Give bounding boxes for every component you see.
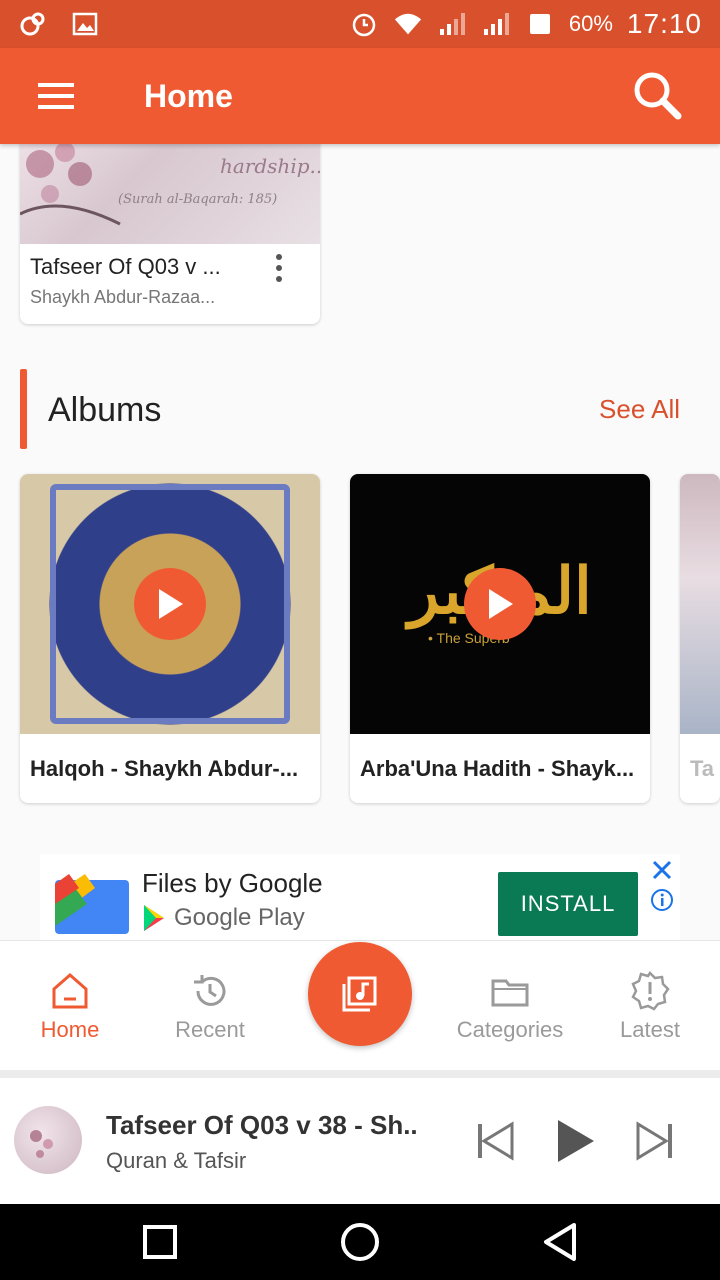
track-title: Tafseer Of Q03 v ... [30,254,221,279]
new-badge-icon [631,971,670,1011]
play-icon [159,589,183,619]
nav-label: Latest [620,1017,680,1042]
search-button[interactable] [610,48,706,144]
play-icon [489,589,513,619]
player-track-subtitle: Quran & Tafsir [106,1148,247,1173]
image-caption-ref: (Surah al-Baqarah: 185) [118,192,278,207]
more-options-button[interactable] [264,248,294,288]
home-button[interactable] [340,1222,380,1262]
status-bar: 60% 17:10 [0,0,720,48]
wifi-icon [393,10,423,38]
album-cover [20,474,320,734]
album-title: Ta [690,756,715,781]
home-icon [52,973,88,1009]
see-all-link[interactable]: See All [599,394,680,425]
now-playing-fab[interactable] [308,942,412,1046]
signal-icon [437,10,467,38]
folder-icon [491,979,529,1007]
recents-button[interactable] [140,1222,180,1262]
play-icon [558,1120,594,1162]
album-cover: ﺍﻟﻤﺘﻜﺒﺮ • The Superb [350,474,650,734]
album-title: Halqoh - Shaykh Abdur-... [30,756,299,781]
alarm-icon [349,10,379,38]
nav-label: Categories [456,1017,564,1042]
info-icon[interactable] [650,888,674,912]
album-cover [680,474,720,734]
back-button[interactable] [540,1222,580,1262]
signal-icon [481,10,511,38]
play-button[interactable] [550,1116,600,1166]
square-icon [143,1225,177,1259]
files-app-icon [55,874,129,934]
music-library-icon [342,976,377,1012]
play-button[interactable] [134,568,206,640]
clock: 17:10 [626,8,702,39]
image-caption: hardship.. [220,154,320,178]
uc-browser-icon [18,10,48,38]
nav-label: Home [40,1017,100,1042]
previous-button[interactable] [470,1116,520,1166]
player-track-title: Tafseer Of Q03 v 38 - Sh.. [106,1110,418,1140]
section-title: Albums [48,391,162,429]
nav-item-categories[interactable]: Categories [445,941,575,1071]
google-play-icon [144,905,164,931]
track-artist: Shaykh Abdur-Razaa... [30,287,216,307]
battery-percentage: 60% [568,11,613,36]
divider [0,1070,720,1078]
page-title: Home [144,77,233,114]
app-bar: Home [0,48,720,144]
album-card[interactable]: Halqoh - Shaykh Abdur-... [20,474,320,803]
skip-next-icon [636,1121,672,1161]
next-button[interactable] [630,1116,680,1166]
menu-button[interactable] [0,48,112,144]
circle-icon [341,1223,379,1261]
mini-player[interactable]: Tafseer Of Q03 v 38 - Sh.. Quran & Tafsi… [0,1078,720,1204]
back-triangle-icon [544,1223,576,1261]
nav-label: Recent [175,1017,245,1042]
ad-store-label: Google Play [174,904,305,931]
track-thumbnail: hardship.. (Surah al-Baqarah: 185) [20,144,320,244]
play-button[interactable] [464,568,536,640]
ad-title: Files by Google [142,868,323,898]
history-icon [194,975,226,1006]
hamburger-icon [38,83,74,109]
skip-previous-icon [478,1121,514,1161]
install-button[interactable]: INSTALL [498,872,638,936]
nav-item-latest[interactable]: Latest [600,941,700,1071]
album-title: Arba'Una Hadith - Shayk... [360,756,635,781]
track-card[interactable]: hardship.. (Surah al-Baqarah: 185) Tafse… [20,144,320,324]
player-artwork [14,1106,82,1174]
nav-item-home[interactable]: Home [20,941,120,1071]
battery-icon [525,10,555,38]
close-icon[interactable] [650,858,674,882]
ad-store: Google Play [142,904,305,932]
section-accent-bar [20,369,27,449]
album-card[interactable]: ﺍﻟﻤﺘﻜﺒﺮ • The Superb Arba'Una Hadith - S… [350,474,650,803]
system-nav-bar [0,1204,720,1280]
main-content[interactable]: hardship.. (Surah al-Baqarah: 185) Tafse… [0,144,720,940]
album-card[interactable]: Ta [680,474,720,803]
nav-item-recent[interactable]: Recent [160,941,260,1071]
search-icon [634,72,682,120]
blossom-image [20,144,121,226]
image-icon [70,10,100,38]
